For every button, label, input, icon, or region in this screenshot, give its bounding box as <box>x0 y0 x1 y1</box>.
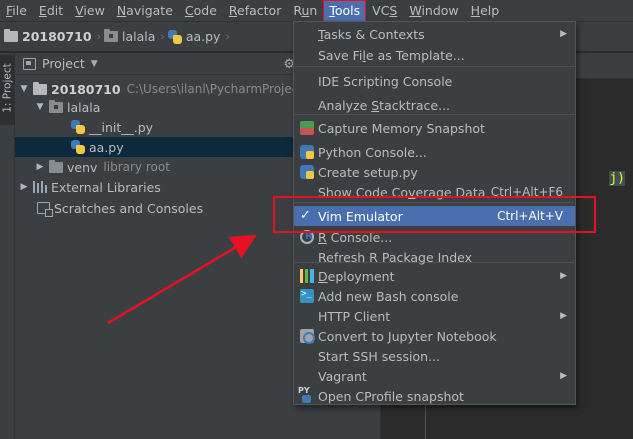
tools-menu-item-ide-scripting-console[interactable]: IDE Scripting Console <box>294 71 575 91</box>
scratches-icon <box>37 202 53 217</box>
tree-row-label: __init__.py <box>89 119 154 135</box>
tools-menu-item-label: Create setup.py <box>318 164 418 180</box>
tools-menu-item-vagrant[interactable]: Vagrant ▶ <box>294 366 575 386</box>
tools-menu-item-capture-memory-snapshot[interactable]: Capture Memory Snapshot <box>294 118 575 138</box>
tree-row-label: venv <box>67 159 98 175</box>
package-folder-icon <box>49 99 63 113</box>
python-file-icon <box>167 29 182 44</box>
tools-menu-item-label: Convert to Jupyter Notebook <box>318 328 497 344</box>
menu-separator <box>295 66 574 67</box>
tools-menu-item-label: Tasks & Contexts <box>318 26 425 42</box>
tools-menu-item-label: Analyze Stacktrace... <box>318 97 451 113</box>
breadcrumb-root[interactable]: 20180710 <box>4 29 92 44</box>
tools-menu-item-label: Refresh R Package Index <box>318 249 473 265</box>
tools-menu-item-label: Open CProfile snapshot <box>318 388 464 404</box>
tree-row-label: Scratches and Consoles <box>54 200 204 216</box>
python-file-icon <box>71 120 85 134</box>
breadcrumb-root-label: 20180710 <box>22 29 92 44</box>
tools-menu-item-analyze-stacktrace[interactable]: Analyze Stacktrace... <box>294 95 575 115</box>
library-icon <box>33 181 47 193</box>
menu-code[interactable]: Code <box>179 0 223 22</box>
submenu-arrow-icon: ▶ <box>560 29 567 39</box>
bash-console-icon <box>300 289 314 303</box>
tools-menu-item-refresh-r-package-index[interactable]: Refresh R Package Index <box>294 247 575 267</box>
chevron-right-icon: › <box>160 30 165 43</box>
menu-vcs[interactable]: VCS <box>366 0 403 22</box>
folder-icon <box>33 81 47 95</box>
menu-edit[interactable]: Edit <box>33 0 69 22</box>
memory-snapshot-icon <box>300 121 314 135</box>
submenu-arrow-icon: ▶ <box>560 311 567 321</box>
menu-file[interactable]: File <box>0 0 33 22</box>
tools-menu-item-save-file-as-template[interactable]: Save File as Template... <box>294 45 575 65</box>
collapsed-arrow-icon[interactable]: ▶ <box>19 182 29 192</box>
breadcrumb-folder-label: lalala <box>122 29 156 44</box>
tree-row-label: aa.py <box>89 139 124 155</box>
breadcrumb-file-label: aa.py <box>185 29 221 44</box>
tools-menu-item-label: Add new Bash console <box>318 288 459 304</box>
breadcrumb-folder[interactable]: lalala <box>104 29 155 44</box>
folder-icon <box>4 29 18 42</box>
code-highlight: j) <box>609 171 625 186</box>
expanded-arrow-icon[interactable]: ▼ <box>35 102 45 112</box>
project-panel-title: Project <box>42 56 85 71</box>
jupyter-icon <box>300 329 315 344</box>
project-tool-tab[interactable]: 1: Project <box>0 55 15 125</box>
tools-menu-item-label: Python Console... <box>318 144 427 160</box>
menu-run[interactable]: Run <box>287 0 323 22</box>
menu-view[interactable]: View <box>69 0 111 22</box>
menu-tools[interactable]: Tools <box>323 0 367 22</box>
tools-menu-item-label: Deployment <box>318 268 395 284</box>
tree-row-label: External Libraries <box>51 179 161 195</box>
tools-menu-item-label: Start SSH session... <box>318 348 440 364</box>
menu-help[interactable]: Help <box>465 0 506 22</box>
chevron-right-icon: › <box>225 30 230 43</box>
folder-icon <box>49 159 63 173</box>
project-icon <box>23 57 36 70</box>
menu-bar: File Edit View Navigate Code Refactor Run Tools… <box>0 0 633 22</box>
tools-menu-item-deployment[interactable]: Deployment ▶ <box>294 266 575 286</box>
tools-menu-item-label: Vagrant <box>318 368 367 384</box>
menu-refactor[interactable]: Refactor <box>223 0 287 22</box>
tools-menu-item-python-console[interactable]: Python Console... <box>294 142 575 162</box>
expanded-arrow-icon[interactable]: ▼ <box>19 84 29 94</box>
tools-menu-item-label: IDE Scripting Console <box>318 73 453 89</box>
deployment-icon <box>300 269 314 283</box>
submenu-arrow-icon: ▶ <box>560 271 567 281</box>
tree-row-label: 20180710 <box>51 81 121 97</box>
tools-menu-item-http-client[interactable]: HTTP Client ▶ <box>294 306 575 326</box>
chevron-right-icon: › <box>96 30 101 43</box>
tools-menu-item-add-new-bash-console[interactable]: Add new Bash console <box>294 286 575 306</box>
tools-menu-item-tasks-contexts[interactable]: Tasks & Contexts ▶ <box>294 24 575 44</box>
tools-menu-item-label: Capture Memory Snapshot <box>318 120 485 136</box>
tree-row-label: lalala <box>67 99 101 115</box>
tools-menu-item-label: Save File as Template... <box>318 47 465 63</box>
menu-window[interactable]: Window <box>403 0 464 22</box>
tools-menu-item-label: HTTP Client <box>318 308 391 324</box>
breadcrumb-file[interactable]: aa.py <box>167 29 221 44</box>
cprofile-icon <box>298 386 314 403</box>
package-folder-icon <box>104 29 118 42</box>
project-tool-tab-label: 1: Project <box>1 63 14 113</box>
submenu-arrow-icon: ▶ <box>560 371 567 381</box>
tools-menu-item-open-cprofile-snapshot[interactable]: Open CProfile snapshot <box>294 386 575 406</box>
setup-py-icon <box>300 165 314 179</box>
tree-row-path: library root <box>103 160 170 174</box>
left-tool-strip: 1: Project <box>0 53 15 439</box>
python-console-icon <box>300 145 314 159</box>
annotation-highlight-box <box>273 196 596 233</box>
menu-navigate[interactable]: Navigate <box>111 0 179 22</box>
chevron-down-icon[interactable]: ▼ <box>91 59 98 69</box>
tools-menu-item-start-ssh-session[interactable]: Start SSH session... <box>294 346 575 366</box>
tools-menu-item-convert-to-jupyter-notebook[interactable]: Convert to Jupyter Notebook <box>294 326 575 346</box>
collapsed-arrow-icon[interactable]: ▶ <box>35 162 45 172</box>
tools-menu-item-create-setup-py[interactable]: Create setup.py <box>294 162 575 182</box>
code-fragment: j) <box>609 171 625 186</box>
python-file-icon <box>71 140 85 154</box>
